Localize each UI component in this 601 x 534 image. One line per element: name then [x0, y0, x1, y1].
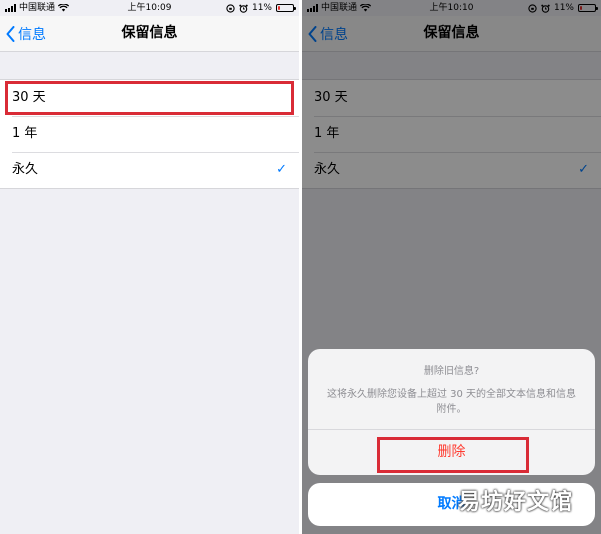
- navigation-bar: 信息 保留信息: [0, 16, 299, 52]
- settings-screen-left: 中国联通 上午10:09 11% 信息 保留信息 30 天 1 年 永久 ✓: [0, 0, 299, 534]
- settings-screen-right: 中国联通 上午10:10 11% 信息 保留信息 30 天 1 年 永久 ✓ 删除…: [302, 0, 601, 534]
- retention-options-list: 30 天 1 年 永久 ✓: [0, 79, 299, 189]
- page-title: 保留信息: [121, 25, 178, 41]
- battery-icon: [276, 4, 296, 12]
- option-1-year[interactable]: 1 年: [0, 116, 299, 152]
- watermark-text: 易坊好文馆: [457, 490, 573, 515]
- status-bar: 中国联通 上午10:09 11%: [0, 0, 299, 16]
- option-label: 1 年: [12, 126, 38, 141]
- option-forever[interactable]: 永久 ✓: [0, 152, 299, 188]
- action-sheet-title: 删除旧信息?: [423, 366, 480, 377]
- action-sheet: 删除旧信息? 这将永久删除您设备上超过 30 天的全部文本信息和信息附件。 删除: [308, 349, 595, 475]
- option-label: 30 天: [12, 90, 46, 105]
- option-label: 永久: [12, 162, 39, 177]
- lock-rotation-icon: [226, 3, 235, 13]
- option-30-days[interactable]: 30 天: [0, 80, 299, 116]
- action-sheet-message: 这将永久删除您设备上超过 30 天的全部文本信息和信息附件。: [326, 389, 577, 415]
- checkmark-icon: ✓: [276, 162, 287, 177]
- battery-fill: [278, 6, 280, 10]
- alarm-icon: [239, 4, 248, 13]
- delete-button[interactable]: 删除: [308, 430, 595, 475]
- battery-percent: 11%: [251, 3, 272, 13]
